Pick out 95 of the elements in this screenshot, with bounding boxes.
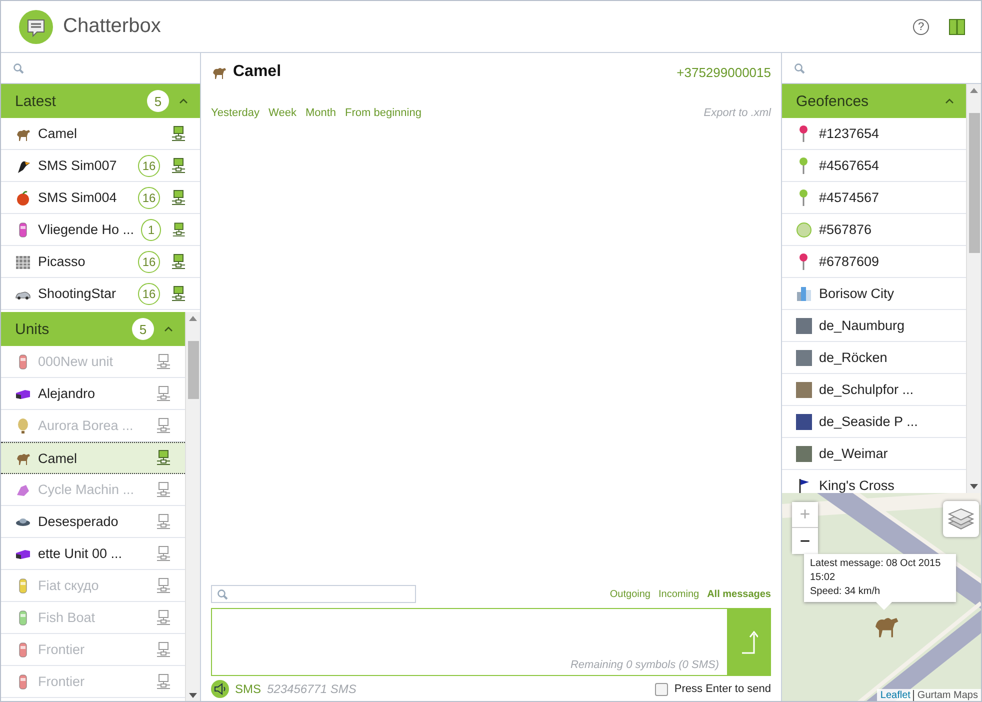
geofence-name: #4574567 [819, 190, 880, 205]
unit-name: Vliegende Ho ... [38, 222, 134, 237]
unit-name: Camel [38, 126, 78, 141]
checkbox-label: Press Enter to send [674, 683, 771, 695]
scrollbar-thumb[interactable] [188, 341, 198, 399]
panel-toggle-icon[interactable] [949, 18, 965, 34]
help-button[interactable]: ? [913, 18, 929, 34]
unit-name: Frontier [38, 642, 86, 657]
popup-text: Speed: 34 km/h [810, 585, 882, 599]
map-attribution: Gurtam Maps [913, 690, 978, 701]
unit-row[interactable]: Desesperado [1, 506, 185, 538]
search-icon [13, 62, 24, 74]
count-badge: 5 [147, 90, 169, 112]
section-title: Geofences [796, 92, 870, 110]
unit-title: Camel [233, 63, 282, 81]
geofence-name: de_Schulpfor ... [819, 382, 915, 397]
geofence-name: #4567654 [819, 158, 880, 173]
section-header[interactable]: Geofences [782, 84, 966, 118]
message-count: 16 [138, 154, 160, 176]
geofence-row[interactable]: #567876 [782, 214, 966, 246]
geofence-name: de_Weimar [819, 446, 889, 461]
geofence-name: King's Cross [819, 478, 896, 493]
unit-row[interactable]: ette Unit 00 ... [1, 538, 185, 570]
send-arrow-icon [742, 630, 758, 654]
layers-icon [947, 506, 975, 532]
geofence-row[interactable]: de_Schulpfor ... [782, 374, 966, 406]
unit-name: Desesperado [38, 514, 120, 529]
unit-name: Alejandro [38, 386, 96, 401]
unit-row[interactable]: Camel [1, 442, 185, 474]
collapse-icon[interactable] [164, 326, 173, 332]
geofence-name: de_Seaside P ... [819, 414, 919, 429]
scrollbar[interactable] [966, 84, 981, 493]
channel-number: 523456771 SMS [267, 682, 358, 696]
unit-name: Cycle Machin ... [38, 482, 136, 497]
geofence-row[interactable]: de_Weimar [782, 438, 966, 470]
unit-name: ette Unit 00 ... [38, 546, 124, 561]
unit-row[interactable]: Camel [1, 118, 200, 150]
geofence-name: #1237654 [819, 126, 880, 141]
remaining-counter: Remaining 0 symbols (0 SMS) [570, 659, 719, 671]
geofence-row[interactable]: de_Seaside P ... [782, 406, 966, 438]
scrollbar-thumb[interactable] [968, 113, 980, 253]
checkbox[interactable] [655, 682, 668, 696]
geofence-name: de_Röcken [819, 350, 888, 365]
unit-row[interactable]: Alejandro [1, 378, 185, 410]
message-count: 16 [138, 186, 160, 208]
collapse-icon[interactable] [179, 98, 188, 104]
popup-text: Latest message: 08 Oct 2015 15:02 [810, 557, 942, 585]
section-header[interactable]: Latest 5 [1, 84, 200, 118]
speaker-icon[interactable] [211, 680, 229, 698]
geofence-name: Borisow City [819, 286, 896, 301]
message-count: 1 [141, 218, 162, 240]
unit-name: Fish Boat [38, 610, 96, 625]
scroll-down-icon[interactable] [189, 693, 197, 698]
map[interactable]: + − Latest message: 08 Oct 2015 15:02 Speed: 34 km/h Leaflet Gurtam Maps [782, 493, 981, 701]
message-search-field[interactable] [211, 585, 416, 603]
unit-row[interactable]: ShootingStar 16 [1, 278, 200, 310]
unit-name: Aurora Borea ... [38, 418, 134, 433]
unit-row[interactable]: Vliegende Ho ... 1 [1, 214, 200, 246]
unit-name: ShootingStar [38, 286, 118, 301]
geofence-row[interactable]: Borisow City [782, 278, 966, 310]
search-icon [217, 588, 228, 600]
message-count: 16 [138, 250, 160, 272]
unit-row[interactable]: Picasso 16 [1, 246, 200, 278]
leaflet-link[interactable]: Leaflet [880, 690, 910, 701]
scroll-up-icon[interactable] [189, 316, 197, 321]
unit-name: Frontier [38, 674, 86, 689]
search-icon [794, 62, 805, 74]
chat-logo-icon [19, 10, 53, 44]
unit-name: 000New unit [38, 354, 114, 369]
geofence-name: #6787609 [819, 254, 880, 269]
scrollbar[interactable] [185, 312, 200, 701]
scroll-down-icon[interactable] [970, 484, 978, 489]
unit-name: Picasso [38, 254, 86, 269]
unit-name: Camel [38, 450, 78, 466]
app-title: Chatterbox [63, 15, 162, 38]
message-count: 16 [138, 282, 160, 304]
unit-row[interactable]: SMS Sim004 16 [1, 182, 200, 214]
geofence-row[interactable]: de_Naumburg [782, 310, 966, 342]
layers-button[interactable] [943, 501, 979, 537]
phone-number: +375299000015 [676, 64, 771, 80]
unit-name: Fiat скудо [38, 578, 100, 593]
unit-name: SMS Sim004 [38, 190, 118, 205]
geofence-name: de_Naumburg [819, 318, 906, 333]
unit-row[interactable]: SMS Sim007 16 [1, 150, 200, 182]
section-title: Latest [15, 92, 57, 110]
section-header[interactable]: Units 5 [1, 312, 185, 346]
section-title: Units [15, 320, 50, 338]
collapse-icon[interactable] [945, 98, 954, 104]
zoom-out-button[interactable]: − [792, 528, 818, 554]
unit-name: SMS Sim007 [38, 158, 118, 173]
count-badge: 5 [132, 318, 154, 340]
geofence-name: #567876 [819, 222, 873, 237]
channel-label: SMS [235, 682, 262, 696]
geofence-row[interactable]: de_Röcken [782, 342, 966, 374]
scroll-up-icon[interactable] [970, 88, 978, 93]
